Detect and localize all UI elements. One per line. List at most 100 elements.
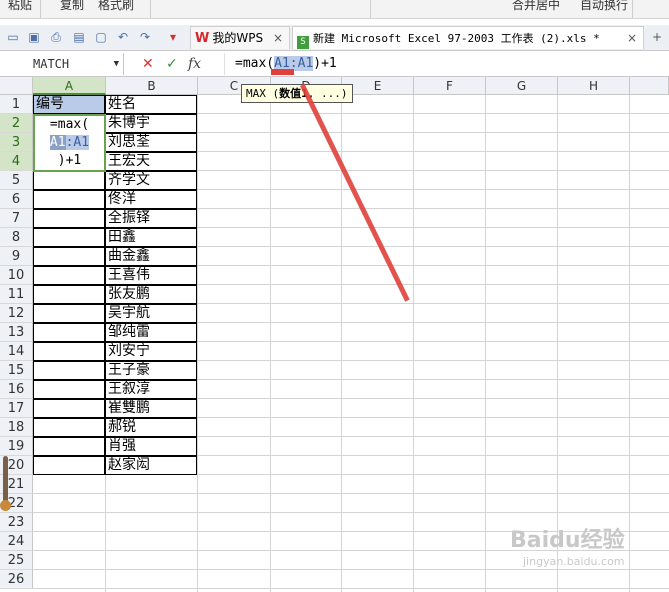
formula-bar: MATCH ▼ ✕ ✓ fx =max(A1:A1)+1: [0, 52, 669, 77]
cell-border: [33, 304, 105, 323]
chevron-down-icon[interactable]: ▼: [114, 53, 119, 75]
name-cell[interactable]: 赵家闳: [108, 456, 150, 475]
close-tab-icon[interactable]: ×: [273, 27, 283, 50]
row-header[interactable]: 4: [0, 152, 33, 171]
tab-workbook-label: 新建 Microsoft Excel 97-2003 工作表 (2).xls *: [313, 32, 600, 45]
print-preview-icon[interactable]: ⎙: [49, 30, 63, 44]
name-cell[interactable]: 王宏天: [108, 152, 150, 171]
cell-border: [33, 361, 105, 380]
tooltip-args-rest: , ...): [307, 87, 348, 100]
customize-toolbar-icon[interactable]: ▾: [166, 30, 180, 44]
row-header[interactable]: 24: [0, 532, 33, 551]
name-cell[interactable]: 刘安宁: [108, 342, 150, 361]
editor-line-2: A1:A1: [35, 134, 104, 152]
undo-icon[interactable]: ↶: [116, 30, 130, 44]
ribbon-toolbar: 粘贴 复制 格式刷 合并居中 自动换行: [0, 0, 669, 19]
cell-b1[interactable]: 姓名: [108, 95, 136, 114]
editor-ref-end: A1: [73, 135, 90, 150]
paste-button[interactable]: 粘贴: [8, 0, 32, 13]
cell-border: [33, 247, 105, 266]
row-header[interactable]: 8: [0, 228, 33, 247]
column-header-i[interactable]: [630, 77, 669, 95]
row-header[interactable]: 14: [0, 342, 33, 361]
column-header-h[interactable]: H: [558, 77, 630, 95]
confirm-edit-icon[interactable]: ✓: [166, 54, 178, 74]
tab-my-wps[interactable]: W 我的WPS ×: [190, 26, 290, 49]
cell-border: [33, 95, 105, 114]
row-header[interactable]: 19: [0, 437, 33, 456]
cancel-edit-icon[interactable]: ✕: [142, 54, 154, 74]
row-header[interactable]: 16: [0, 380, 33, 399]
copy-button[interactable]: 复制: [60, 0, 84, 13]
name-box[interactable]: MATCH ▼: [0, 53, 124, 75]
merge-center-button[interactable]: 合并居中: [512, 0, 560, 13]
toolbar-divider: [150, 0, 151, 18]
name-cell[interactable]: 郝锐: [108, 418, 136, 437]
row-header[interactable]: 10: [0, 266, 33, 285]
row-header[interactable]: 9: [0, 247, 33, 266]
export-pdf-icon[interactable]: ▢: [94, 30, 108, 44]
name-cell[interactable]: 田鑫: [108, 228, 136, 247]
add-tab-icon[interactable]: +: [650, 30, 664, 44]
row-header[interactable]: 6: [0, 190, 33, 209]
cell-border: [33, 456, 105, 475]
row-header[interactable]: 5: [0, 171, 33, 190]
cell-editor[interactable]: =max( A1:A1 )+1: [33, 114, 106, 172]
name-cell[interactable]: 全振铎: [108, 209, 150, 228]
column-header-g[interactable]: G: [486, 77, 558, 95]
name-box-value: MATCH: [33, 57, 70, 71]
name-cell[interactable]: 曲金鑫: [108, 247, 150, 266]
name-cell[interactable]: 王喜伟: [108, 266, 150, 285]
name-cell[interactable]: 张友鹏: [108, 285, 150, 304]
name-cell[interactable]: 王叙淳: [108, 380, 150, 399]
column-header-b[interactable]: B: [106, 77, 198, 95]
name-cell[interactable]: 刘思荃: [108, 133, 150, 152]
name-cell[interactable]: 肖强: [108, 437, 136, 456]
side-handle-knob[interactable]: [0, 500, 11, 511]
name-cell[interactable]: 齐学文: [108, 171, 150, 190]
row-header[interactable]: 11: [0, 285, 33, 304]
name-cell[interactable]: 王子豪: [108, 361, 150, 380]
row-header[interactable]: 25: [0, 551, 33, 570]
gridline: [33, 493, 669, 494]
cell-border: [33, 209, 105, 228]
name-cell[interactable]: 邹纯雷: [108, 323, 150, 342]
name-cell[interactable]: 吴宇航: [108, 304, 150, 323]
row-header[interactable]: 17: [0, 399, 33, 418]
column-header-e[interactable]: E: [342, 77, 414, 95]
name-cell[interactable]: 崔雙鹏: [108, 399, 150, 418]
gridline: [33, 588, 669, 589]
format-painter-button[interactable]: 格式刷: [98, 0, 134, 13]
toolbar-divider: [632, 0, 633, 18]
row-header[interactable]: 18: [0, 418, 33, 437]
redo-icon[interactable]: ↷: [138, 30, 152, 44]
name-cell[interactable]: 佟洋: [108, 190, 136, 209]
row-header[interactable]: 23: [0, 513, 33, 532]
row-header[interactable]: 12: [0, 304, 33, 323]
row-header[interactable]: 7: [0, 209, 33, 228]
wps-logo-icon: W: [195, 31, 210, 46]
name-cell[interactable]: 朱博宇: [108, 114, 150, 133]
select-all-corner[interactable]: [0, 77, 33, 95]
tab-my-wps-label: 我的WPS: [212, 31, 264, 45]
watermark-text: Baidu经验: [510, 528, 625, 553]
row-header[interactable]: 2: [0, 114, 33, 133]
print-icon[interactable]: ▤: [72, 30, 86, 44]
row-header[interactable]: 26: [0, 570, 33, 589]
row-header[interactable]: 13: [0, 323, 33, 342]
open-folder-icon[interactable]: ▭: [6, 30, 20, 44]
row-header[interactable]: 15: [0, 361, 33, 380]
save-icon[interactable]: ▣: [27, 30, 41, 44]
tab-workbook[interactable]: S 新建 Microsoft Excel 97-2003 工作表 (2).xls …: [292, 26, 644, 49]
insert-function-icon[interactable]: fx: [188, 54, 201, 74]
column-header-a[interactable]: A: [33, 77, 106, 95]
wrap-text-button[interactable]: 自动换行: [580, 0, 628, 13]
spreadsheet-file-icon: S: [297, 36, 309, 49]
row-header[interactable]: 1: [0, 95, 33, 114]
column-header-f[interactable]: F: [414, 77, 486, 95]
cell-border: [33, 418, 105, 437]
row-header[interactable]: 3: [0, 133, 33, 152]
cell-border: [33, 171, 105, 190]
close-tab-icon[interactable]: ×: [627, 27, 637, 50]
toolbar-divider: [370, 0, 371, 18]
